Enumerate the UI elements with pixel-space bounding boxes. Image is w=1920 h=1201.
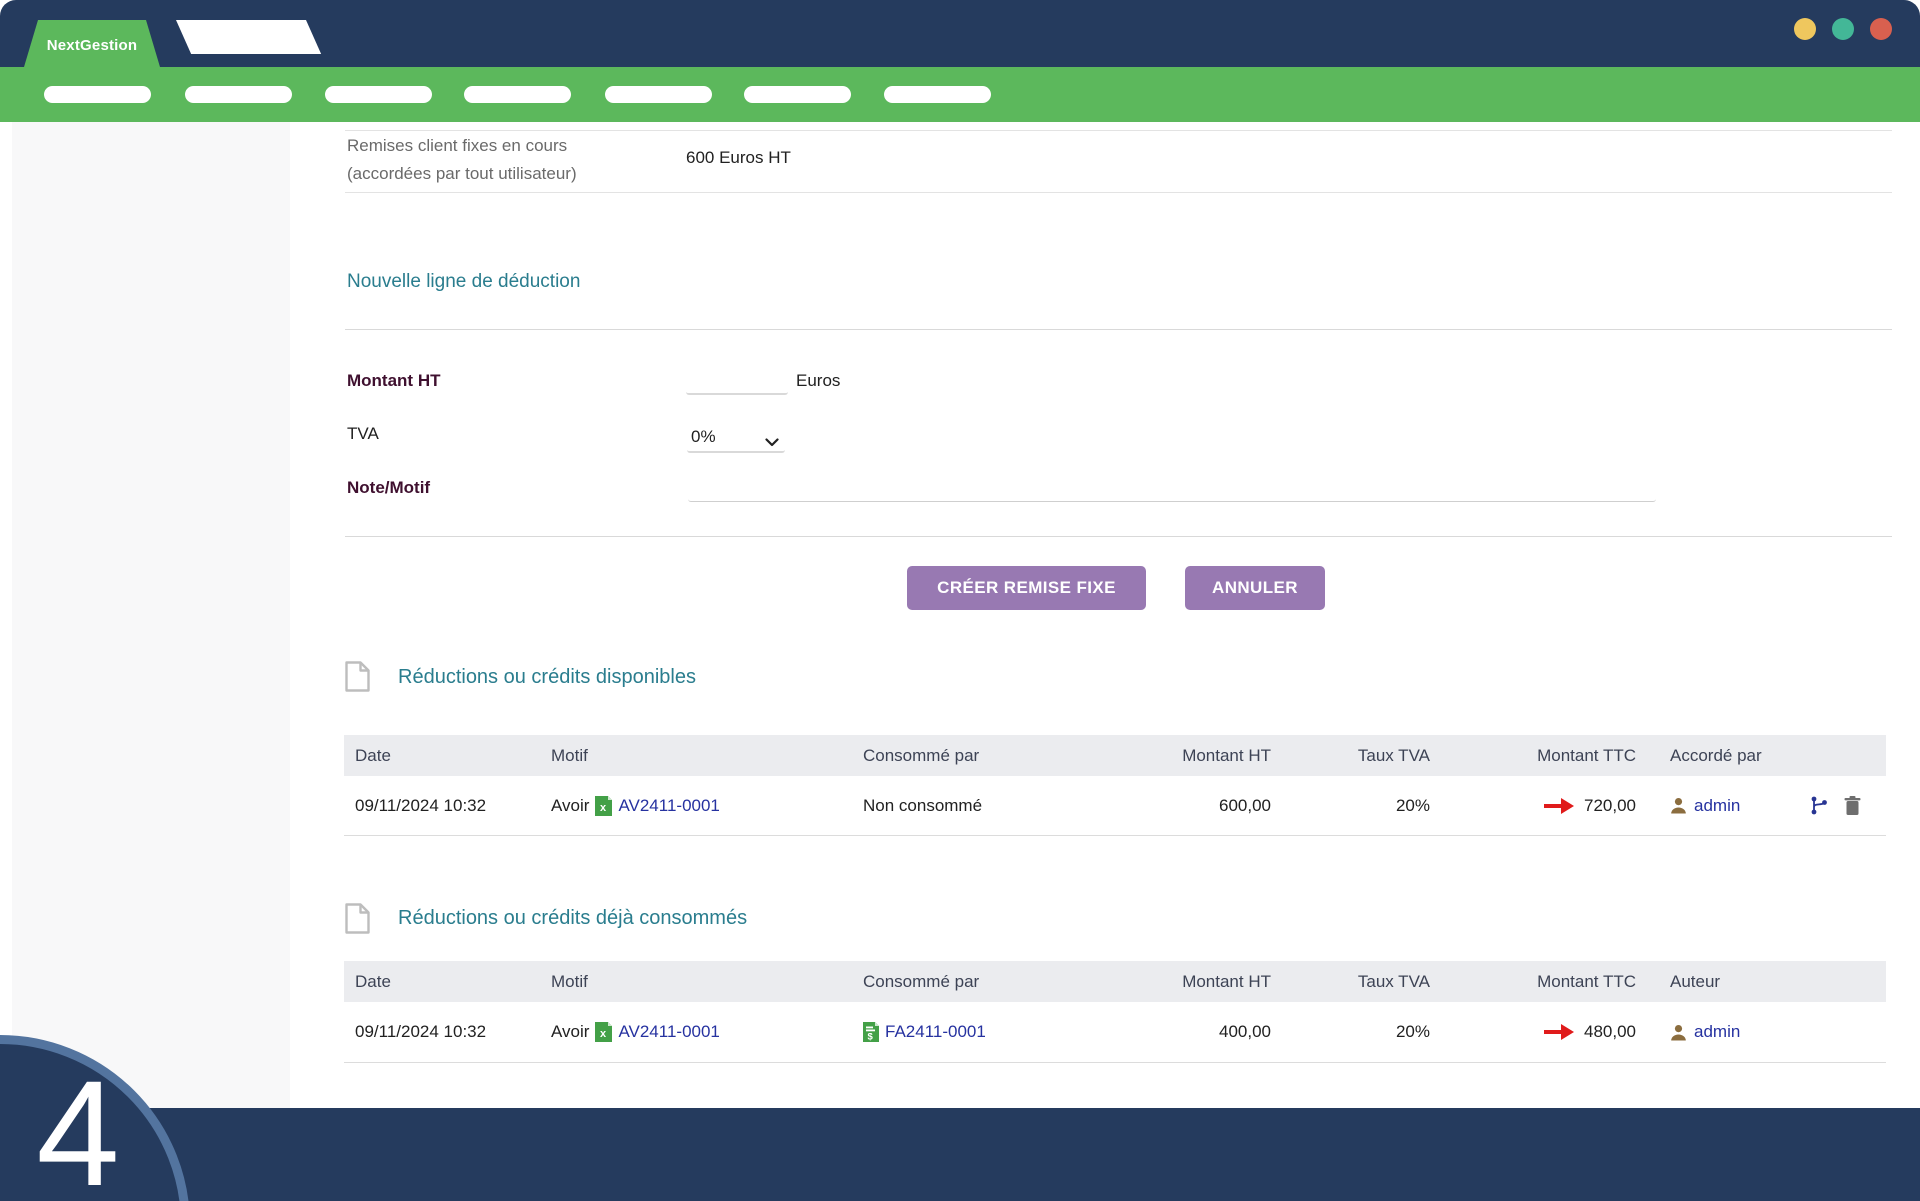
window-minimize-button[interactable] xyxy=(1794,18,1816,40)
credit-note-excel-icon: x xyxy=(595,796,612,816)
new-deduction-title: Nouvelle ligne de déduction xyxy=(347,271,580,293)
author-link[interactable]: admin xyxy=(1694,1022,1740,1042)
cell-date: 09/11/2024 10:32 xyxy=(344,1022,540,1042)
montant-ht-label: Montant HT xyxy=(347,371,440,391)
col-header-date: Date xyxy=(344,746,540,766)
nav-item-placeholder-5[interactable] xyxy=(605,86,712,103)
cell-montant-ttc: 480,00 xyxy=(1584,1022,1636,1042)
nav-item-placeholder-3[interactable] xyxy=(325,86,432,103)
cell-taux-tva: 20% xyxy=(1275,1022,1432,1042)
available-credits-title: Réductions ou crédits disponibles xyxy=(398,666,696,689)
red-arrow-icon xyxy=(1543,797,1575,815)
montant-ht-unit: Euros xyxy=(796,371,840,391)
svg-text:x: x xyxy=(600,1028,607,1040)
table-row: 09/11/2024 10:32 Avoir x AV2411-0001 Non… xyxy=(344,776,1886,836)
nav-item-placeholder-1[interactable] xyxy=(44,86,151,103)
credit-note-link[interactable]: AV2411-0001 xyxy=(618,796,719,816)
cancel-button[interactable]: ANNULER xyxy=(1185,566,1325,610)
brand-name: NextGestion xyxy=(47,33,138,54)
consumed-credits-table: Date Motif Consommé par Montant HT Taux … xyxy=(344,961,1886,1063)
brand-tab[interactable]: NextGestion xyxy=(24,20,160,67)
cell-montant-ttc: 720,00 xyxy=(1584,796,1636,816)
title-bar: NextGestion xyxy=(0,0,1920,67)
invoice-link[interactable]: FA2411-0001 xyxy=(885,1022,986,1042)
col-header-montant-ttc: Montant TTC xyxy=(1432,972,1638,992)
tva-select[interactable]: 0% xyxy=(687,423,785,453)
window-maximize-button[interactable] xyxy=(1832,18,1854,40)
col-header-montant-ht: Montant HT xyxy=(1115,972,1275,992)
nav-item-placeholder-2[interactable] xyxy=(185,86,292,103)
divider xyxy=(345,130,1892,131)
step-number: 4 xyxy=(36,1058,119,1201)
cell-motif-prefix: Avoir xyxy=(551,1022,589,1042)
note-motif-label: Note/Motif xyxy=(347,478,430,498)
svg-text:$: $ xyxy=(868,1032,874,1043)
montant-ht-field xyxy=(686,369,788,395)
document-icon xyxy=(344,902,371,940)
credit-note-link[interactable]: AV2411-0001 xyxy=(618,1022,719,1042)
fixed-discounts-value: 600 Euros HT xyxy=(686,148,791,168)
tva-selected-value: 0% xyxy=(691,427,716,447)
cell-montant-ht: 600,00 xyxy=(1115,796,1275,816)
cell-consomme-par: Non consommé xyxy=(852,796,1115,816)
delete-trash-icon[interactable] xyxy=(1844,796,1861,815)
col-header-taux-tva: Taux TVA xyxy=(1275,746,1432,766)
col-header-consomme-par: Consommé par xyxy=(852,972,1115,992)
user-icon xyxy=(1670,797,1687,814)
left-sidebar xyxy=(12,122,290,1108)
credit-note-excel-icon: x xyxy=(595,1022,612,1042)
col-header-montant-ht: Montant HT xyxy=(1115,746,1275,766)
bottom-bar xyxy=(0,1108,1920,1201)
col-header-accorde-par: Accordé par xyxy=(1638,746,1810,766)
table-header-row: Date Motif Consommé par Montant HT Taux … xyxy=(344,961,1886,1002)
fixed-discounts-label-line2: (accordées par tout utilisateur) xyxy=(347,160,577,188)
table-row: 09/11/2024 10:32 Avoir x AV2411-0001 $ F… xyxy=(344,1002,1886,1063)
nav-item-placeholder-6[interactable] xyxy=(744,86,851,103)
document-icon xyxy=(344,660,371,698)
col-header-auteur: Auteur xyxy=(1638,972,1810,992)
nav-item-placeholder-4[interactable] xyxy=(464,86,571,103)
user-icon xyxy=(1670,1024,1687,1041)
secondary-tab-placeholder[interactable] xyxy=(176,20,321,54)
col-header-motif: Motif xyxy=(540,746,852,766)
divider xyxy=(345,329,1892,330)
window-close-button[interactable] xyxy=(1870,18,1892,40)
cell-date: 09/11/2024 10:32 xyxy=(344,796,540,816)
note-motif-field xyxy=(688,476,1656,502)
consumed-credits-title: Réductions ou crédits déjà consommés xyxy=(398,907,747,930)
main-navbar xyxy=(0,67,1920,122)
col-header-taux-tva: Taux TVA xyxy=(1275,972,1432,992)
cell-taux-tva: 20% xyxy=(1275,796,1432,816)
cell-motif-prefix: Avoir xyxy=(551,796,589,816)
table-header-row: Date Motif Consommé par Montant HT Taux … xyxy=(344,735,1886,776)
note-motif-input[interactable] xyxy=(688,476,1656,501)
app-window: NextGestion Remises client fixes en cour… xyxy=(0,0,1920,1201)
split-branch-icon[interactable] xyxy=(1810,796,1828,815)
fixed-discounts-label-line1: Remises client fixes en cours xyxy=(347,132,567,160)
available-credits-table: Date Motif Consommé par Montant HT Taux … xyxy=(344,735,1886,836)
divider xyxy=(345,192,1892,193)
cell-montant-ht: 400,00 xyxy=(1115,1022,1275,1042)
col-header-consomme-par: Consommé par xyxy=(852,746,1115,766)
invoice-icon: $ xyxy=(863,1022,879,1042)
red-arrow-icon xyxy=(1543,1023,1575,1041)
tva-label: TVA xyxy=(347,424,379,444)
chevron-down-icon xyxy=(765,438,779,447)
montant-ht-input[interactable] xyxy=(686,369,788,393)
create-fixed-discount-button[interactable]: CRÉER REMISE FIXE xyxy=(907,566,1146,610)
svg-text:x: x xyxy=(600,802,607,814)
divider xyxy=(345,536,1892,537)
nav-item-placeholder-7[interactable] xyxy=(884,86,991,103)
col-header-montant-ttc: Montant TTC xyxy=(1432,746,1638,766)
col-header-date: Date xyxy=(344,972,540,992)
col-header-motif: Motif xyxy=(540,972,852,992)
author-link[interactable]: admin xyxy=(1694,796,1740,816)
